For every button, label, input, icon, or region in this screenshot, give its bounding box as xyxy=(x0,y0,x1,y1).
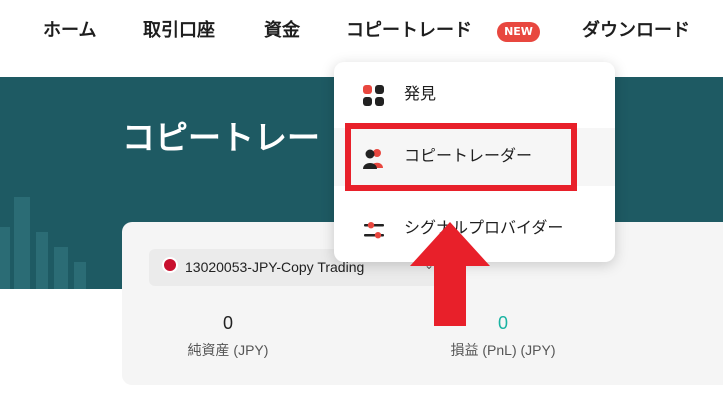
new-badge: NEW xyxy=(497,22,540,42)
skyline-decoration xyxy=(74,262,86,289)
nav-home[interactable]: ホーム xyxy=(43,19,96,43)
grid-apps-icon xyxy=(362,84,386,108)
nav-trading-account[interactable]: 取引口座 xyxy=(143,19,215,43)
nav-copy-trade[interactable]: コピートレード xyxy=(346,19,472,43)
arrow-up-icon xyxy=(410,222,490,326)
highlight-box xyxy=(345,123,577,191)
net-assets-value: 0 xyxy=(222,313,233,333)
skyline-decoration xyxy=(54,247,68,289)
net-assets-label: 純資産 (JPY) xyxy=(187,342,269,358)
skyline-decoration xyxy=(36,232,48,289)
pnl-label: 損益 (PnL) (JPY) xyxy=(450,342,556,358)
top-navigation: ホーム 取引口座 資金 コピートレード NEW ダウンロード xyxy=(0,0,723,64)
menu-item-discover[interactable]: 発見 xyxy=(334,66,615,124)
menu-item-label: 発見 xyxy=(404,84,437,103)
nav-funds[interactable]: 資金 xyxy=(264,19,300,43)
japan-flag-icon xyxy=(164,259,176,271)
skyline-decoration xyxy=(0,227,10,289)
nav-download[interactable]: ダウンロード xyxy=(582,19,690,43)
account-selector-value: 13020053-JPY-Copy Trading xyxy=(185,259,365,275)
skyline-decoration xyxy=(14,197,30,289)
page-title: コピートレー xyxy=(122,118,320,157)
sliders-icon xyxy=(362,218,386,242)
